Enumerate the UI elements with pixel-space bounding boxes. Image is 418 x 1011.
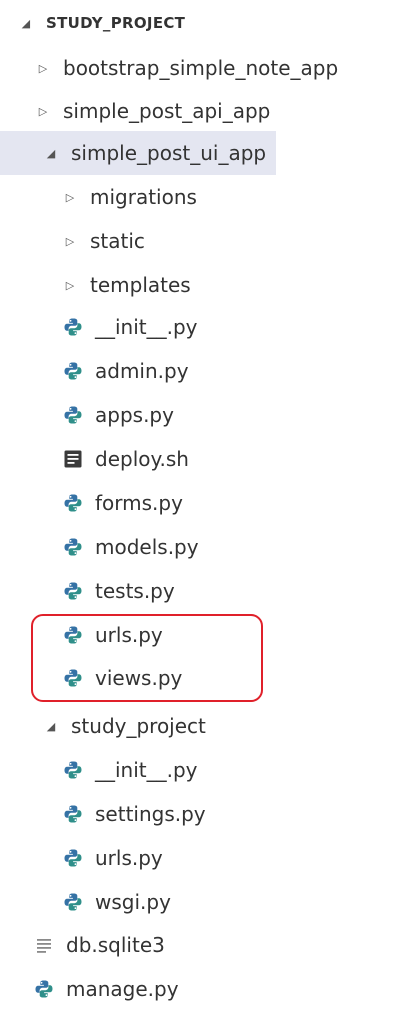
tree-item-label: views.py xyxy=(95,666,183,690)
chevron-right-icon[interactable]: ▷ xyxy=(62,279,78,292)
tree-item-label: simple_post_api_app xyxy=(63,99,271,123)
tree-item-label: __init__.py xyxy=(95,315,198,339)
tree-item-label: bootstrap_simple_note_app xyxy=(63,56,339,80)
tree-folder-bootstrap-simple-note-app[interactable]: ▷ bootstrap_simple_note_app xyxy=(35,46,338,90)
tree-item-label: static xyxy=(90,229,145,253)
tree-folder-study-project[interactable]: ◢ study_project xyxy=(43,704,206,748)
chevron-right-icon[interactable]: ▷ xyxy=(35,62,51,75)
python-file-icon xyxy=(64,362,82,380)
tree-item-label: forms.py xyxy=(95,491,183,515)
python-file-icon xyxy=(64,406,82,424)
chevron-right-icon[interactable]: ▷ xyxy=(35,105,51,118)
python-file-icon xyxy=(64,582,82,600)
database-file-icon xyxy=(37,939,51,953)
tree-item-label: db.sqlite3 xyxy=(66,933,165,957)
chevron-down-icon[interactable]: ◢ xyxy=(18,17,34,30)
python-file-icon xyxy=(64,538,82,556)
tree-item-label: study_project xyxy=(71,714,206,738)
tree-item-label: tests.py xyxy=(95,579,175,603)
python-file-icon xyxy=(64,761,82,779)
python-file-icon xyxy=(64,318,82,336)
tree-file-models-py[interactable]: models.py xyxy=(63,525,199,569)
tree-item-label: wsgi.py xyxy=(95,890,171,914)
tree-file-settings-py[interactable]: settings.py xyxy=(63,792,206,836)
python-file-icon xyxy=(35,980,53,998)
tree-item-label: templates xyxy=(90,273,191,297)
python-file-icon xyxy=(64,893,82,911)
tree-item-label: urls.py xyxy=(95,623,163,647)
tree-file-forms-py[interactable]: forms.py xyxy=(63,481,183,525)
tree-item-label: __init__.py xyxy=(95,758,198,782)
tree-item-label: simple_post_ui_app xyxy=(71,141,267,165)
python-file-icon xyxy=(64,494,82,512)
chevron-right-icon[interactable]: ▷ xyxy=(62,191,78,204)
tree-file-urls-py[interactable]: urls.py xyxy=(63,836,163,880)
tree-folder-simple-post-api-app[interactable]: ▷ simple_post_api_app xyxy=(35,89,271,133)
tree-folder-migrations[interactable]: ▷ migrations xyxy=(62,175,197,219)
tree-file-init-py[interactable]: __init__.py xyxy=(63,305,198,349)
chevron-down-icon[interactable]: ◢ xyxy=(43,720,59,733)
chevron-right-icon[interactable]: ▷ xyxy=(62,235,78,248)
tree-folder-simple-post-ui-app[interactable]: ◢ simple_post_ui_app xyxy=(0,131,276,175)
tree-item-label: deploy.sh xyxy=(95,447,189,471)
tree-file-manage-py[interactable]: manage.py xyxy=(34,967,179,1011)
tree-item-label: manage.py xyxy=(66,977,179,1001)
tree-file-views-py[interactable]: views.py xyxy=(63,656,182,700)
shell-script-file-icon xyxy=(64,450,82,468)
tree-item-label: migrations xyxy=(90,185,197,209)
tree-file-init-py[interactable]: __init__.py xyxy=(63,748,198,792)
tree-item-label: apps.py xyxy=(95,403,174,427)
tree-item-label: urls.py xyxy=(95,846,163,870)
python-file-icon xyxy=(64,669,82,687)
tree-folder-templates[interactable]: ▷ templates xyxy=(62,263,191,307)
tree-file-urls-py[interactable]: urls.py xyxy=(63,613,163,657)
tree-file-admin-py[interactable]: admin.py xyxy=(63,349,189,393)
tree-file-wsgi-py[interactable]: wsgi.py xyxy=(63,880,171,924)
tree-file-deploy-sh[interactable]: deploy.sh xyxy=(63,437,189,481)
explorer-root-label: STUDY_PROJECT xyxy=(46,14,186,32)
tree-item-label: admin.py xyxy=(95,359,189,383)
tree-file-tests-py[interactable]: tests.py xyxy=(63,569,175,613)
tree-folder-static[interactable]: ▷ static xyxy=(62,219,145,263)
explorer-root-study-project[interactable]: ◢ STUDY_PROJECT xyxy=(18,1,185,45)
chevron-down-icon[interactable]: ◢ xyxy=(43,147,59,160)
tree-file-db-sqlite3[interactable]: db.sqlite3 xyxy=(34,923,165,967)
python-file-icon xyxy=(64,849,82,867)
tree-item-label: models.py xyxy=(95,535,199,559)
tree-item-label: settings.py xyxy=(95,802,206,826)
python-file-icon xyxy=(64,626,82,644)
tree-file-apps-py[interactable]: apps.py xyxy=(63,393,174,437)
python-file-icon xyxy=(64,805,82,823)
